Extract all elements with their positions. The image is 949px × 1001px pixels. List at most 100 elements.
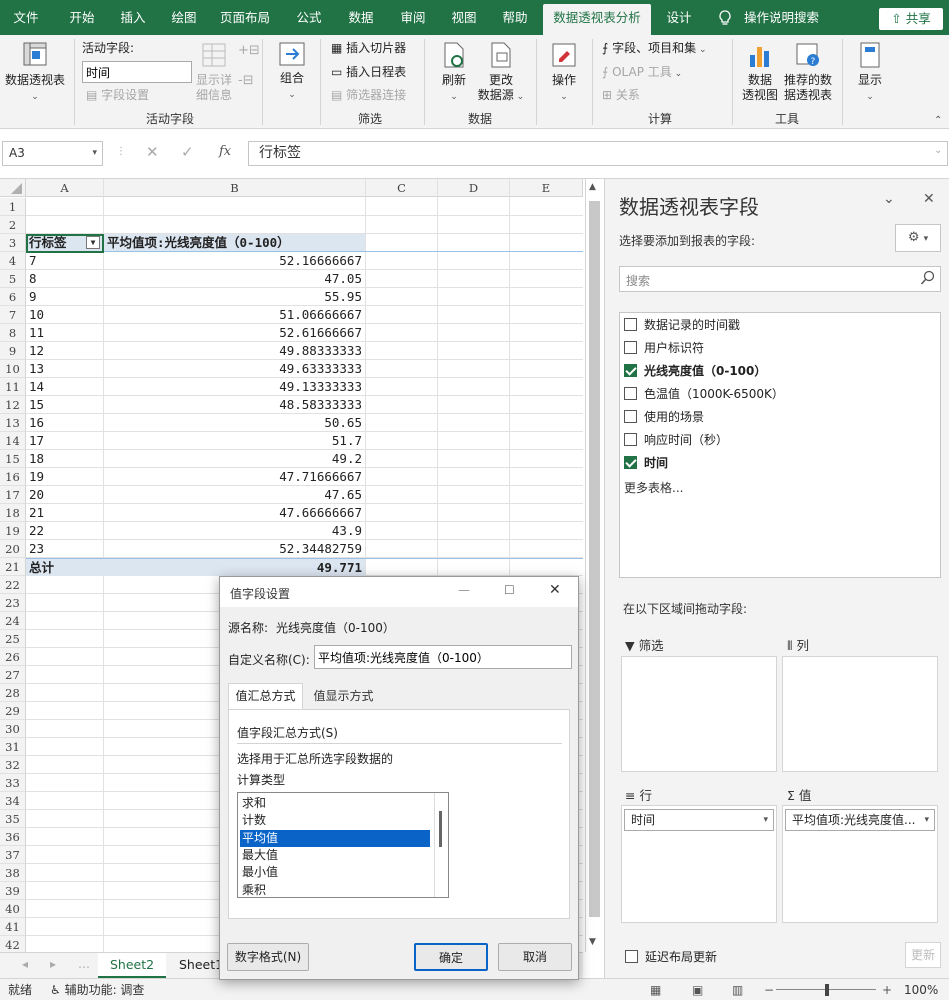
insert-function-icon[interactable]: fx bbox=[219, 144, 231, 159]
row-label-cell[interactable]: 12 bbox=[29, 342, 44, 360]
grand-total-label[interactable]: 总计 bbox=[29, 559, 54, 577]
row-header[interactable]: 13 bbox=[0, 414, 26, 432]
row-header[interactable]: 21 bbox=[0, 558, 26, 576]
filters-area[interactable] bbox=[621, 656, 777, 772]
field-item[interactable]: 时间 bbox=[624, 453, 668, 473]
row-header[interactable]: 9 bbox=[0, 342, 26, 360]
active-field-input[interactable] bbox=[82, 61, 192, 83]
value-cell[interactable]: 51.7 bbox=[104, 432, 364, 450]
tab-home[interactable]: 开始 bbox=[58, 0, 106, 35]
row-header[interactable]: 15 bbox=[0, 450, 26, 468]
expand-field-icon[interactable]: +⊟ bbox=[238, 43, 260, 58]
row-header[interactable]: 36 bbox=[0, 828, 26, 846]
number-format-button[interactable]: 数字格式(N) bbox=[227, 943, 309, 971]
columns-area[interactable] bbox=[782, 656, 938, 772]
checkbox[interactable] bbox=[624, 364, 637, 377]
cancel-button[interactable]: 取消 bbox=[498, 943, 572, 971]
row-label-cell[interactable]: 7 bbox=[29, 252, 37, 270]
value-cell[interactable]: 47.66666667 bbox=[104, 504, 364, 522]
row-header[interactable]: 5 bbox=[0, 270, 26, 288]
recommended-pivottables-button[interactable]: ? 推荐的数 据透视表 bbox=[782, 41, 834, 103]
select-all-corner[interactable] bbox=[0, 179, 26, 197]
formula-input[interactable]: 行标签 bbox=[248, 141, 948, 166]
row-header[interactable]: 8 bbox=[0, 324, 26, 342]
pivot-value-header[interactable]: 平均值项:光线亮度值（0-100） bbox=[107, 234, 290, 252]
column-header-e[interactable]: E bbox=[510, 179, 583, 197]
row-header[interactable]: 40 bbox=[0, 900, 26, 918]
row-label-cell[interactable]: 21 bbox=[29, 504, 44, 522]
chevron-down-icon[interactable]: ⌄ bbox=[883, 191, 895, 207]
zoom-level[interactable]: 100% bbox=[904, 979, 938, 1001]
row-label-cell[interactable]: 16 bbox=[29, 414, 44, 432]
value-cell[interactable]: 49.13333333 bbox=[104, 378, 364, 396]
insert-slicer-button[interactable]: ▦ 插入切片器 bbox=[331, 41, 406, 56]
row-label-cell[interactable]: 11 bbox=[29, 324, 44, 342]
ok-button[interactable]: 确定 bbox=[414, 943, 488, 971]
row-label-cell[interactable]: 20 bbox=[29, 486, 44, 504]
zoom-in-icon[interactable]: + bbox=[882, 979, 892, 1001]
field-item[interactable]: 使用的场景 bbox=[624, 407, 704, 427]
collapse-field-icon[interactable]: -⊟ bbox=[238, 73, 254, 88]
row-header[interactable]: 4 bbox=[0, 252, 26, 270]
row-header[interactable]: 25 bbox=[0, 630, 26, 648]
row-label-cell[interactable]: 9 bbox=[29, 288, 37, 306]
row-header[interactable]: 28 bbox=[0, 684, 26, 702]
vertical-scrollbar[interactable]: ▲ ▼ bbox=[585, 179, 603, 952]
tab-review[interactable]: 审阅 bbox=[390, 0, 436, 35]
value-cell[interactable]: 49.2 bbox=[104, 450, 364, 468]
row-label-cell[interactable]: 14 bbox=[29, 378, 44, 396]
tab-pivottable-analyze[interactable]: 数据透视表分析 bbox=[543, 4, 651, 35]
row-header[interactable]: 11 bbox=[0, 378, 26, 396]
row-header[interactable]: 33 bbox=[0, 774, 26, 792]
row-header[interactable]: 19 bbox=[0, 522, 26, 540]
row-label-cell[interactable]: 13 bbox=[29, 360, 44, 378]
row-header[interactable]: 39 bbox=[0, 882, 26, 900]
value-cell[interactable]: 47.71666667 bbox=[104, 468, 364, 486]
more-tables-link[interactable]: 更多表格... bbox=[624, 478, 683, 498]
column-header-d[interactable]: D bbox=[438, 179, 510, 197]
checkbox[interactable] bbox=[624, 433, 637, 446]
row-header[interactable]: 20 bbox=[0, 540, 26, 558]
row-header[interactable]: 37 bbox=[0, 846, 26, 864]
more-sheets-icon[interactable]: … bbox=[78, 957, 90, 971]
field-item[interactable]: 光线亮度值（0-100） bbox=[624, 361, 766, 381]
value-cell[interactable]: 47.05 bbox=[104, 270, 364, 288]
row-header[interactable]: 10 bbox=[0, 360, 26, 378]
scroll-down-icon[interactable]: ▼ bbox=[589, 937, 596, 947]
column-header-a[interactable]: A bbox=[26, 179, 104, 197]
calculation-option[interactable]: 平均值 bbox=[240, 829, 430, 847]
value-cell[interactable]: 49.88333333 bbox=[104, 342, 364, 360]
insert-timeline-button[interactable]: ▭ 插入日程表 bbox=[331, 65, 406, 80]
checkbox[interactable] bbox=[624, 387, 637, 400]
group-button[interactable]: 组合 ⌄ bbox=[270, 41, 314, 103]
pivotchart-button[interactable]: 数据 透视图 bbox=[738, 41, 782, 103]
tab-file[interactable]: 文件 bbox=[6, 0, 46, 35]
row-header[interactable]: 14 bbox=[0, 432, 26, 450]
page-break-view-icon[interactable]: ▥ bbox=[732, 979, 743, 1001]
column-header-c[interactable]: C bbox=[366, 179, 438, 197]
sheet-tab-sheet2[interactable]: Sheet2 bbox=[98, 953, 167, 978]
calculation-option[interactable]: 计数 bbox=[240, 812, 430, 829]
column-header-b[interactable]: B bbox=[104, 179, 366, 197]
row-label-cell[interactable]: 19 bbox=[29, 468, 44, 486]
change-data-source-button[interactable]: 更改 数据源 ⌄ bbox=[476, 41, 526, 105]
update-button[interactable]: 更新 bbox=[905, 942, 941, 968]
row-header[interactable]: 24 bbox=[0, 612, 26, 630]
field-search-box[interactable]: 搜索 bbox=[619, 266, 941, 292]
next-sheet-icon[interactable]: ▸ bbox=[50, 957, 56, 971]
value-cell[interactable]: 52.61666667 bbox=[104, 324, 364, 342]
pivottable-options-button[interactable]: 数据透视表 ⌄ bbox=[4, 41, 66, 105]
row-header[interactable]: 18 bbox=[0, 504, 26, 522]
list-scrollbar[interactable] bbox=[434, 793, 448, 897]
zoom-out-icon[interactable]: − bbox=[764, 979, 774, 1001]
value-cell[interactable]: 47.65 bbox=[104, 486, 364, 504]
calculation-type-list[interactable]: 求和 计数 平均值 最大值 最小值 乘积 bbox=[237, 792, 449, 898]
enter-icon[interactable]: ✓ bbox=[181, 143, 194, 161]
value-cell[interactable]: 51.06666667 bbox=[104, 306, 364, 324]
tab-page-layout[interactable]: 页面布局 bbox=[212, 0, 278, 35]
actions-button[interactable]: 操作 ⌄ bbox=[544, 41, 584, 105]
values-area[interactable]: 平均值项:光线亮度值... ▾ bbox=[782, 805, 938, 923]
row-label-cell[interactable]: 23 bbox=[29, 540, 44, 558]
filter-dropdown-icon[interactable]: ▼ bbox=[86, 236, 100, 249]
checkbox[interactable] bbox=[624, 456, 637, 469]
